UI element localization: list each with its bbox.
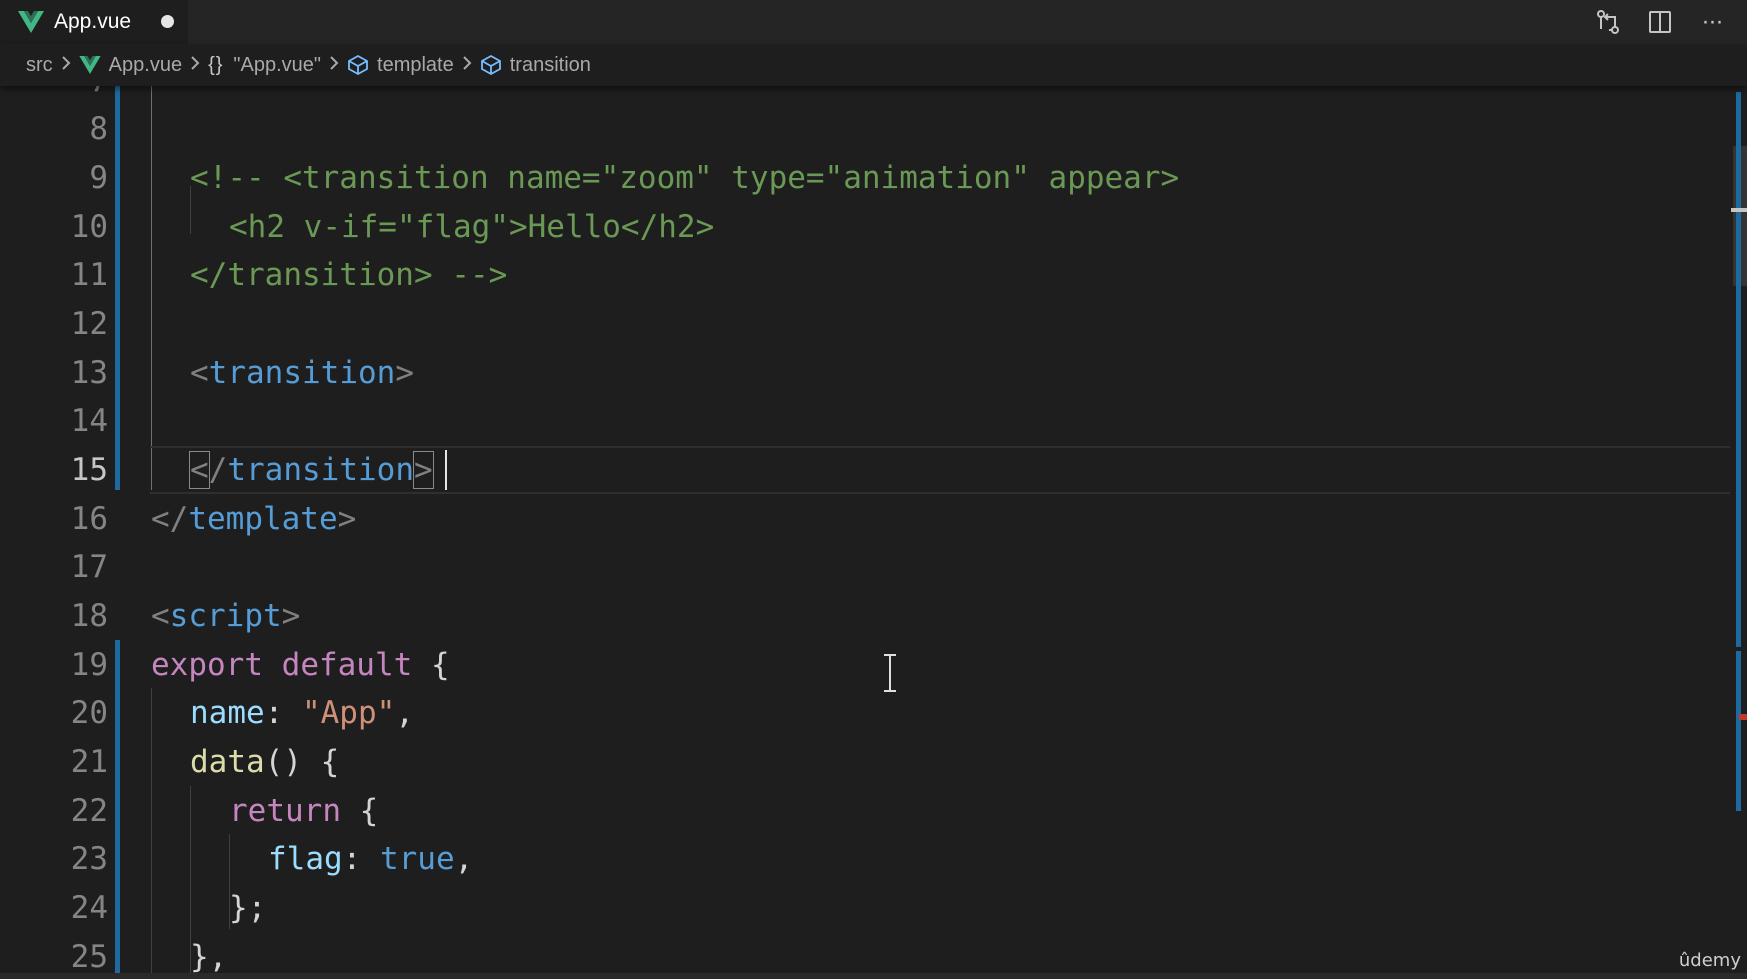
line-number: 19	[70, 647, 108, 683]
breadcrumb-sfc[interactable]: {} "App.vue"	[208, 54, 321, 77]
line-number: 10	[70, 209, 108, 245]
code-line: 10 <h2 v-if="flag">Hello</h2>	[0, 203, 1747, 251]
vue-icon	[18, 11, 44, 33]
udemy-watermark: ûdemy	[1678, 950, 1741, 971]
split-editor-icon[interactable]	[1643, 6, 1677, 38]
code-line: 9 <!-- <transition name="zoom" type="ani…	[0, 154, 1747, 202]
line-number: 21	[70, 744, 108, 780]
text-cursor	[445, 450, 447, 490]
line-number: 24	[70, 890, 108, 926]
line-number: 17	[70, 549, 108, 585]
breadcrumb-label: App.vue	[108, 53, 183, 76]
code-line: 11 </transition> -->	[0, 251, 1747, 299]
code-text: },	[190, 939, 228, 973]
chevron-right-icon	[190, 54, 200, 77]
unsaved-dot-icon[interactable]	[161, 15, 174, 28]
overview-change-bar	[1736, 92, 1741, 647]
code-line: 13 <transition>	[0, 349, 1747, 397]
code-text: </transition> -->	[190, 257, 508, 293]
code-line: 8	[0, 105, 1747, 153]
open-changes-icon[interactable]	[1591, 6, 1625, 38]
line-number: 16	[70, 501, 108, 537]
code-text: <!-- <transition name="zoom" type="anima…	[190, 160, 1180, 196]
editor-tab-app-vue[interactable]: App.vue	[0, 0, 188, 44]
element-icon	[480, 54, 502, 76]
chevron-right-icon	[329, 54, 339, 77]
tab-file-name: App.vue	[54, 10, 132, 33]
code-text: return {	[229, 793, 379, 829]
code-line: 18 <script>	[0, 592, 1747, 640]
breadcrumb-label: "App.vue"	[233, 53, 322, 76]
line-number: 25	[70, 939, 108, 973]
element-icon	[347, 54, 369, 76]
breadcrumb-transition[interactable]: transition	[480, 54, 591, 77]
editor-actions: ···	[1591, 6, 1729, 38]
vue-icon	[79, 56, 101, 74]
more-actions-glyph: ···	[1701, 8, 1724, 35]
line-number: 9	[89, 160, 108, 196]
chevron-right-icon	[462, 54, 472, 77]
mouse-ibeam-cursor-icon	[884, 654, 896, 692]
code-line: 25 },	[0, 933, 1747, 973]
code-line: 19 export default {	[0, 641, 1747, 689]
code-text: </transition>	[189, 451, 434, 489]
line-number: 12	[70, 306, 108, 342]
breadcrumb-label: src	[26, 53, 53, 76]
line-number: 22	[70, 793, 108, 829]
breadcrumb-template[interactable]: template	[347, 54, 454, 77]
code-text: export default {	[151, 647, 450, 683]
code-line: 12	[0, 300, 1747, 348]
code-line: 20 name: "App",	[0, 689, 1747, 737]
code-text: <h2 v-if="flag">Hello</h2>	[229, 209, 715, 245]
code-line: 17	[0, 543, 1747, 591]
editor-scrollbar[interactable]	[1731, 86, 1747, 976]
breadcrumb-label: transition	[509, 53, 591, 76]
code-line: 23 flag: true,	[0, 835, 1747, 883]
code-text: <script>	[151, 598, 301, 634]
more-actions-icon[interactable]: ···	[1695, 6, 1729, 38]
code-line: 24 };	[0, 884, 1747, 932]
line-number: 11	[70, 257, 108, 293]
code-line: 21 data() {	[0, 738, 1747, 786]
line-number: 8	[89, 111, 108, 147]
line-number: 14	[70, 403, 108, 439]
breadcrumb-src[interactable]: src	[26, 54, 53, 77]
chevron-right-icon	[61, 54, 71, 77]
overview-change-bar	[1736, 651, 1741, 811]
code-editor[interactable]: 7 8 9 <!-- <transition name="zoom" type=…	[0, 80, 1747, 973]
code-text: flag: true,	[268, 841, 474, 877]
code-line: 22 return {	[0, 787, 1747, 835]
braces-icon: {}	[208, 53, 224, 76]
overview-cursor-marker	[1731, 208, 1747, 212]
code-line-active: 15 </transition>	[0, 446, 1747, 494]
code-text: </template>	[151, 501, 357, 537]
code-line: 14	[0, 397, 1747, 445]
tab-bar: App.vue ···	[0, 0, 1747, 44]
line-number: 23	[70, 841, 108, 877]
breadcrumb: src App.vue {} "App.vue" template transi…	[0, 44, 1747, 86]
code-text: <transition>	[190, 355, 414, 391]
bottom-edge	[0, 973, 1747, 979]
breadcrumb-app-vue[interactable]: App.vue	[79, 54, 182, 77]
line-number: 15	[70, 452, 108, 488]
overview-error-marker	[1739, 714, 1747, 720]
code-text: name: "App",	[190, 695, 414, 731]
code-text: data() {	[190, 744, 340, 780]
code-line: 16 </template>	[0, 495, 1747, 543]
line-number: 13	[70, 355, 108, 391]
line-number: 18	[70, 598, 108, 634]
breadcrumb-label: template	[377, 53, 454, 76]
line-number: 20	[70, 695, 108, 731]
code-text: };	[229, 890, 267, 926]
